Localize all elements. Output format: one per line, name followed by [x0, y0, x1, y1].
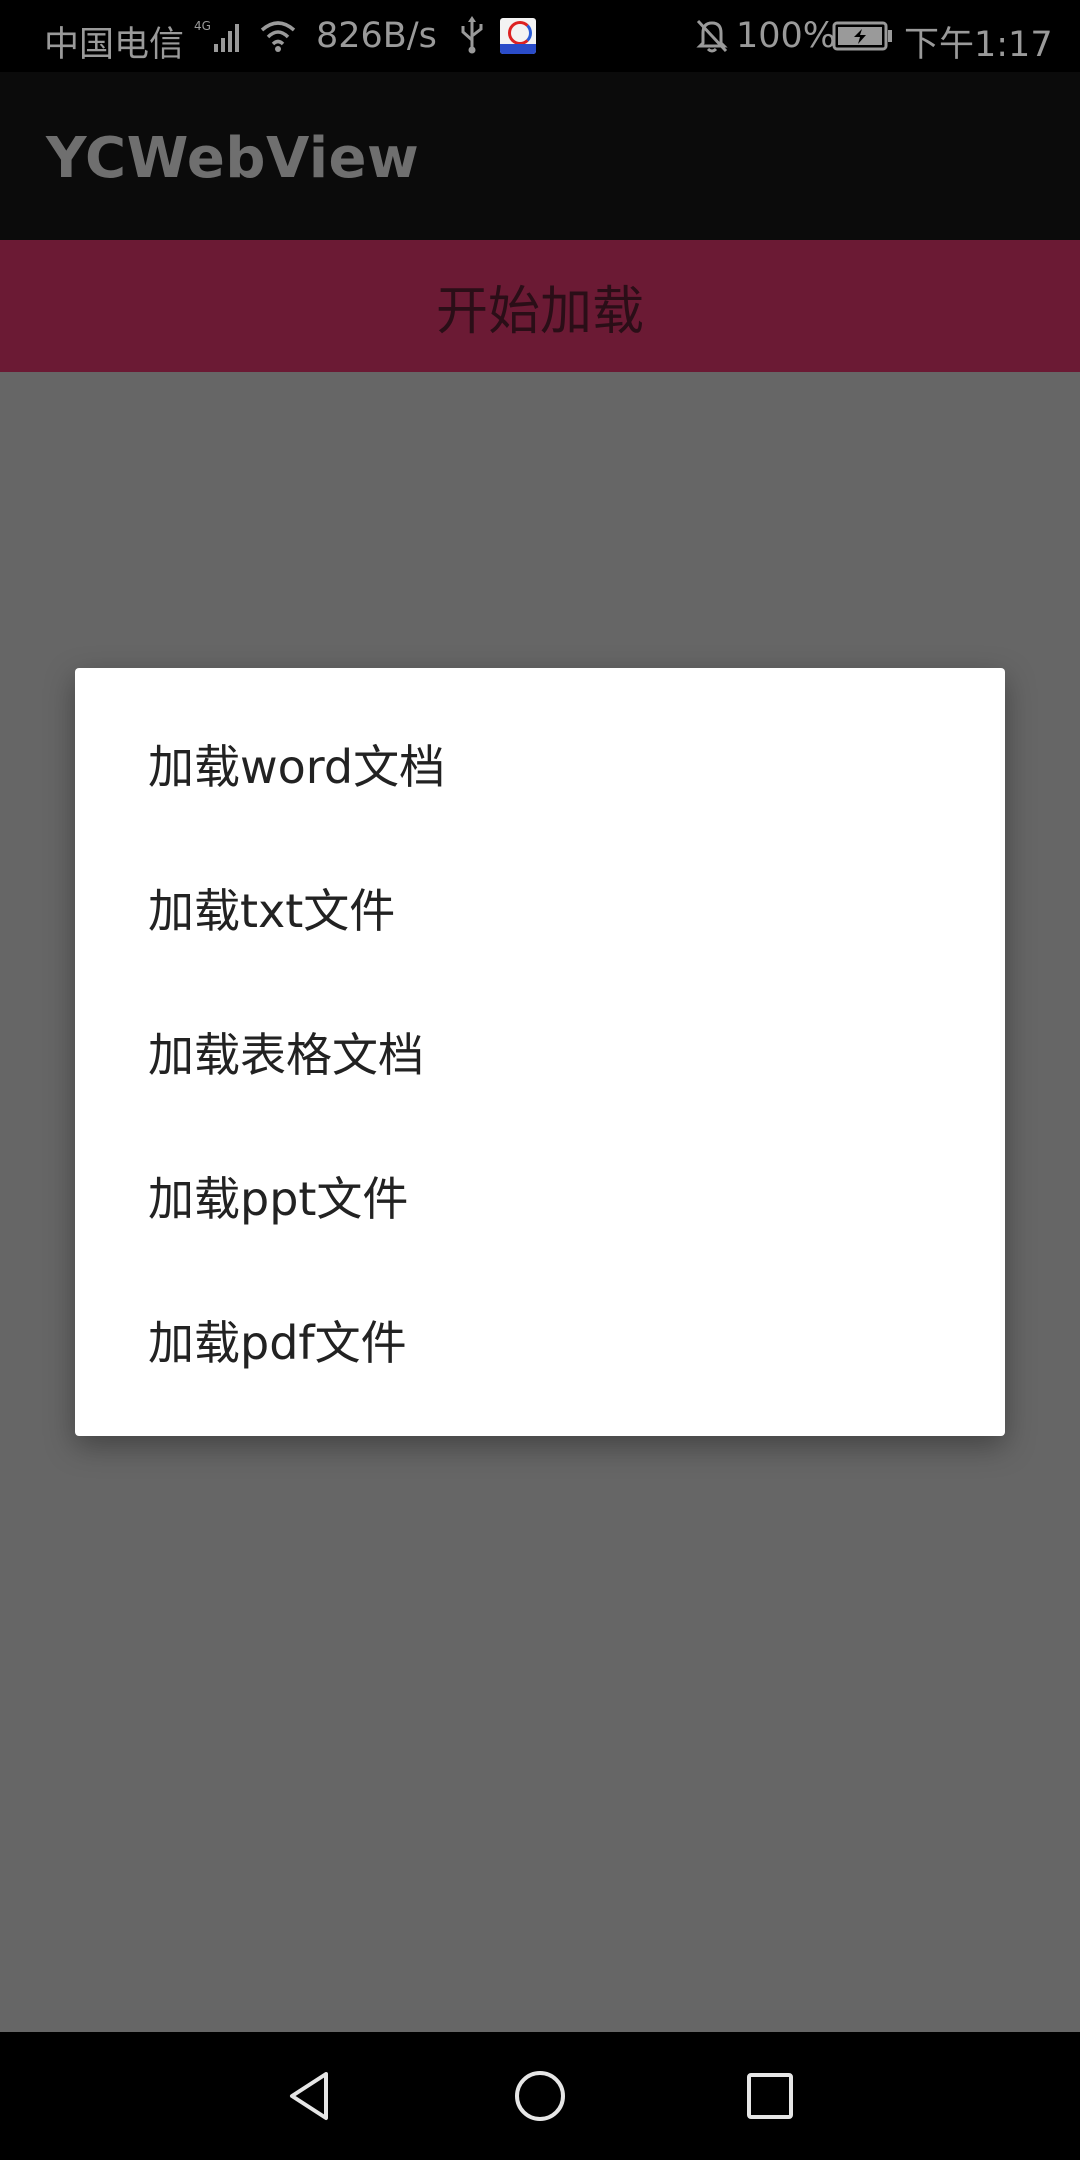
- recents-icon[interactable]: [742, 2068, 798, 2128]
- usb-icon: [458, 16, 486, 63]
- load-ppt-option[interactable]: 加载ppt文件: [75, 1124, 1005, 1268]
- load-word-option[interactable]: 加载word文档: [75, 692, 1005, 836]
- battery-charging-icon: [832, 20, 894, 61]
- network-speed-label: 826B/s: [316, 16, 437, 56]
- app-bar: YCWebView: [0, 72, 1080, 240]
- start-loading-button[interactable]: 开始加载: [0, 240, 1080, 372]
- navigation-bar: [0, 2032, 1080, 2160]
- battery-percent-label: 100%: [736, 16, 837, 56]
- load-spreadsheet-option[interactable]: 加载表格文档: [75, 980, 1005, 1124]
- option-label: 加载txt文件: [148, 884, 396, 938]
- signal-icon: 4G: [194, 18, 246, 63]
- screen: 中国电信 4G 826B/s 100% 下午1:17 YCWebView 开始加…: [0, 0, 1080, 2160]
- load-pdf-option[interactable]: 加载pdf文件: [75, 1268, 1005, 1412]
- load-txt-option[interactable]: 加载txt文件: [75, 836, 1005, 980]
- clock-label: 下午1:17: [904, 25, 1053, 65]
- option-label: 加载word文档: [148, 740, 446, 794]
- home-icon[interactable]: [512, 2068, 568, 2128]
- option-label: 加载pdf文件: [148, 1316, 407, 1370]
- back-icon[interactable]: [282, 2068, 338, 2128]
- carrier-label: 中国电信: [44, 25, 185, 65]
- mute-bell-icon: [694, 17, 730, 64]
- file-type-dialog: 加载word文档 加载txt文件 加载表格文档 加载ppt文件 加载pdf文件: [75, 668, 1005, 1436]
- app-notification-icon: [500, 18, 536, 54]
- app-title: YCWebView: [46, 126, 420, 191]
- status-bar: 中国电信 4G 826B/s 100% 下午1:17: [0, 0, 1080, 72]
- wifi-icon: [258, 18, 298, 63]
- option-label: 加载ppt文件: [148, 1172, 409, 1226]
- network-type-label: 4G: [194, 19, 211, 33]
- option-label: 加载表格文档: [148, 1028, 424, 1082]
